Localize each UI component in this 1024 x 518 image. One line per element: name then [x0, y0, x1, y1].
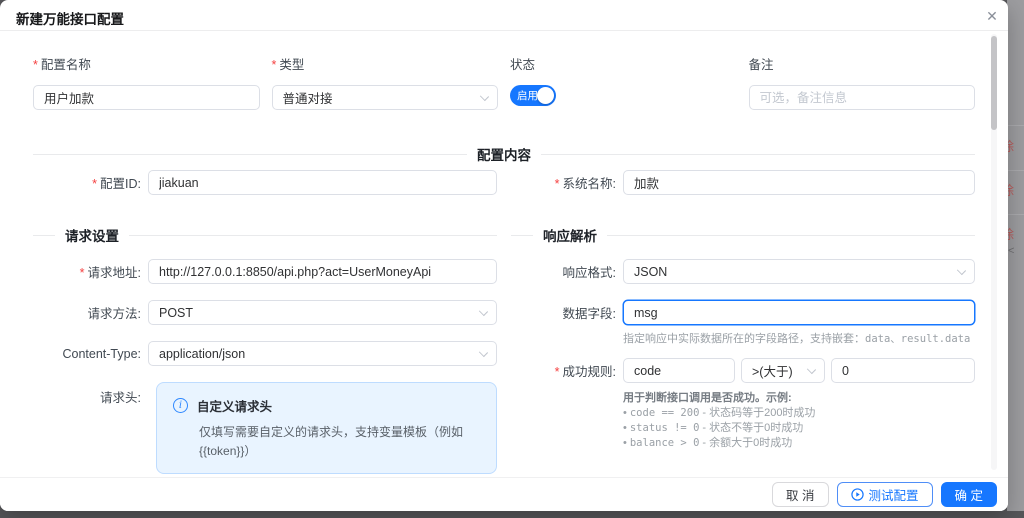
type-select[interactable]: 普通对接 — [272, 85, 499, 110]
info-box-body: 仅填写需要自定义的请求头，支持变量模板（例如 {{token}}） — [199, 423, 480, 461]
response-format-label: 响应格式: — [511, 262, 623, 281]
request-method-item: 请求方法: POST — [33, 300, 497, 325]
background-table-line — [1007, 125, 1024, 126]
chevron-down-icon — [479, 348, 488, 357]
request-method-select[interactable]: POST — [148, 300, 497, 325]
required-mark: * — [33, 58, 38, 72]
success-rule-label: 成功规则: — [563, 365, 616, 379]
config-id-item: *配置ID: — [33, 170, 497, 195]
config-name-input[interactable] — [33, 85, 260, 110]
required-mark: * — [555, 177, 560, 191]
play-circle-icon — [851, 488, 864, 501]
success-rule-example: •balance > 0-余额大于0时成功 — [623, 436, 975, 450]
config-name-label: 配置名称 — [41, 58, 91, 72]
request-method-label: 请求方法: — [33, 303, 148, 322]
cancel-button[interactable]: 取 消 — [772, 482, 828, 507]
info-icon: i — [173, 398, 188, 413]
response-format-value: JSON — [634, 265, 667, 279]
status-label: 状态 — [510, 54, 737, 73]
content-type-select[interactable]: application/json — [148, 341, 497, 366]
background-table-line — [1007, 170, 1024, 171]
data-field-item: 数据字段: 指定响应中实际数据所在的字段路径，支持嵌套：data、result.… — [511, 300, 975, 346]
request-url-label: 请求地址: — [88, 266, 141, 280]
scrollbar-thumb[interactable] — [991, 36, 997, 130]
section-title-response: 响应解析 — [543, 225, 597, 245]
data-field-label: 数据字段: — [511, 303, 623, 322]
left-column: *配置ID: 请求设置 *请求地址: — [33, 170, 497, 477]
required-mark: * — [80, 266, 85, 280]
config-id-input[interactable] — [148, 170, 497, 195]
chevron-down-icon — [479, 307, 488, 316]
dialog-title: 新建万能接口配置 — [16, 8, 124, 28]
test-config-button[interactable]: 测试配置 — [837, 482, 933, 507]
response-format-item: 响应格式: JSON — [511, 259, 975, 284]
background-delete-link-fragment: 除 — [1007, 136, 1014, 155]
success-rule-compare-input[interactable] — [831, 358, 975, 383]
chevron-down-icon — [480, 92, 489, 101]
data-field-input[interactable] — [623, 300, 975, 325]
top-field-row: *配置名称 *类型 普通对接 状态 启用 — [0, 31, 1008, 110]
background-delete-link-fragment: 除 — [1007, 180, 1014, 199]
status-switch-text: 启用 — [517, 88, 538, 103]
section-divider-request: 请求设置 — [33, 225, 497, 245]
request-headers-label: 请求头: — [33, 382, 148, 406]
system-name-item: *系统名称: — [511, 170, 975, 195]
dialog-footer: 取 消 测试配置 确 定 — [0, 477, 1008, 511]
section-divider-content: 配置内容 — [33, 144, 975, 164]
data-field-help: 指定响应中实际数据所在的字段路径，支持嵌套：data、result.data — [623, 330, 975, 346]
background-page-strip: 除 除 除 < — [1007, 0, 1024, 511]
success-rule-field-input[interactable] — [623, 358, 735, 383]
chevron-down-icon — [957, 266, 966, 275]
request-url-input[interactable] — [148, 259, 497, 284]
content-type-item: Content-Type: application/json — [33, 341, 497, 366]
success-rule-example: •code == 200-状态码等于200时成功 — [623, 406, 975, 420]
success-rule-operator-value: >(大于) — [752, 361, 793, 380]
content-type-label: Content-Type: — [33, 347, 148, 361]
success-rule-help: 用于判断接口调用是否成功。示例: •code == 200-状态码等于200时成… — [623, 391, 975, 450]
section-title-content: 配置内容 — [477, 144, 531, 164]
success-rule-operator-select[interactable]: >(大于) — [741, 358, 825, 383]
background-delete-link-fragment: 除 — [1007, 224, 1014, 243]
remark-field-group: 备注 — [749, 54, 976, 110]
request-headers-item: 请求头: i 自定义请求头 仅填写需要自定义的请求头，支持变量模板（例如 {{t… — [33, 382, 497, 474]
background-chevron-fragment: < — [1008, 245, 1014, 257]
request-method-value: POST — [159, 306, 193, 320]
section-divider-response: 响应解析 — [511, 225, 975, 245]
required-mark: * — [272, 58, 277, 72]
create-universal-api-config-dialog: 新建万能接口配置 ✕ *配置名称 *类型 普通对接 状态 — [0, 0, 1008, 511]
response-format-select[interactable]: JSON — [623, 259, 975, 284]
dialog-body: *配置名称 *类型 普通对接 状态 启用 — [0, 31, 1008, 477]
remark-input[interactable] — [749, 85, 976, 110]
status-field-group: 状态 启用 — [510, 54, 737, 110]
request-url-item: *请求地址: — [33, 259, 497, 284]
close-icon[interactable]: ✕ — [983, 7, 1001, 25]
required-mark: * — [555, 365, 560, 379]
system-name-input[interactable] — [623, 170, 975, 195]
content-type-value: application/json — [159, 347, 245, 361]
confirm-button[interactable]: 确 定 — [941, 482, 997, 507]
screen: 除 除 除 < 新建万能接口配置 ✕ *配置名称 *类型 普通对接 — [0, 0, 1024, 518]
form-columns: *配置ID: 请求设置 *请求地址: — [0, 164, 1008, 477]
background-table-line — [1007, 214, 1024, 215]
config-id-label: 配置ID: — [100, 177, 141, 191]
right-column: *系统名称: 响应解析 响应格式: JSON — [511, 170, 975, 477]
type-label: 类型 — [279, 58, 304, 72]
custom-headers-info-box: i 自定义请求头 仅填写需要自定义的请求头，支持变量模板（例如 {{token}… — [156, 382, 497, 474]
required-mark: * — [92, 177, 97, 191]
system-name-label: 系统名称: — [563, 177, 616, 191]
success-rule-item: *成功规则: >(大于) 用于判断接口调用是否成功 — [511, 358, 975, 450]
section-title-request: 请求设置 — [65, 225, 119, 245]
config-name-field-group: *配置名称 — [33, 54, 260, 110]
switch-knob — [537, 87, 554, 104]
chevron-down-icon — [807, 365, 816, 374]
dialog-header: 新建万能接口配置 ✕ — [0, 0, 1008, 31]
status-switch[interactable]: 启用 — [510, 85, 556, 106]
test-config-label: 测试配置 — [869, 485, 919, 504]
type-field-group: *类型 普通对接 — [272, 54, 499, 110]
type-select-value: 普通对接 — [283, 88, 333, 107]
remark-label: 备注 — [749, 54, 976, 73]
success-rule-example: •status != 0-状态不等于0时成功 — [623, 421, 975, 435]
info-box-title: 自定义请求头 — [197, 396, 272, 415]
